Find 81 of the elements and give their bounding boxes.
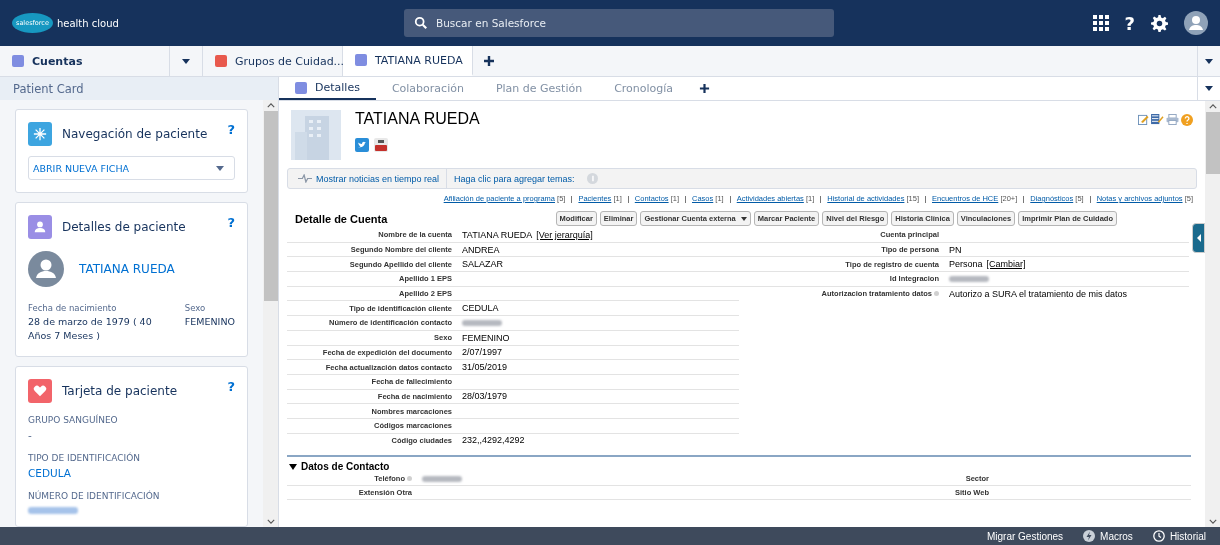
help-link[interactable]: ? (227, 122, 235, 137)
scroll-down-icon[interactable] (1208, 519, 1217, 524)
info-icon (586, 173, 598, 184)
field-value: 28 de marzo de 1979 ( 40 Años 7 Meses ) (28, 315, 153, 344)
caret-icon (740, 216, 747, 221)
workspace-tab[interactable]: Cuentas (0, 46, 170, 76)
help-link[interactable]: ? (227, 378, 235, 394)
navigation-icon (28, 122, 52, 146)
scrollbar-thumb[interactable] (263, 111, 278, 301)
caret-icon (216, 165, 224, 171)
card-title: Tarjeta de paciente (62, 383, 178, 398)
news-link[interactable]: Mostrar noticias en tiempo real (298, 173, 440, 184)
field-value: CEDULA (28, 466, 72, 479)
patient-name-link[interactable]: TATIANA RUEDA (79, 262, 175, 276)
scrollbar[interactable] (263, 100, 278, 527)
group-icon (215, 55, 227, 67)
field-value: Autorizo a SURA el tratamiento de mis datos (949, 288, 1128, 299)
search-icon (414, 16, 428, 30)
field-value: - (28, 428, 33, 441)
caret-icon (1205, 58, 1213, 64)
card-title: Navegación de paciente (62, 127, 209, 141)
caret-icon (1196, 234, 1201, 242)
field-value: SALAZAR (462, 259, 503, 270)
app-launcher-icon[interactable] (1092, 15, 1109, 31)
section-title: Detalle de Cuenta (295, 212, 389, 225)
bird-icon[interactable] (355, 138, 369, 152)
caret-icon (1205, 86, 1213, 91)
video-icon[interactable] (374, 138, 388, 152)
card-title: Detalles de paciente (62, 220, 187, 234)
search-field[interactable]: Buscar en Salesforce (404, 9, 834, 37)
field-value: 2/07/1997 (462, 347, 503, 358)
navigation-select[interactable]: ABRIR NUEVA FICHA (28, 156, 235, 180)
caret-icon (289, 463, 297, 470)
utility-item[interactable]: Migrar Gestiones (986, 530, 1064, 542)
field-label: Fecha de nacimiento (28, 303, 118, 313)
field-value: 28/03/1979 (462, 391, 508, 402)
field-link[interactable]: [Ver jerarquía] (536, 229, 593, 240)
settings-icon[interactable] (1151, 14, 1168, 32)
clock-icon (1152, 530, 1165, 542)
field-value: 31/05/2019 (462, 362, 508, 373)
field-value: CEDULA (462, 303, 499, 314)
scroll-down-icon[interactable] (266, 519, 275, 524)
field-value: Persona (949, 259, 983, 270)
workspace-tab[interactable]: TATIANA RUEDA (343, 46, 473, 76)
add-tab-icon[interactable] (483, 55, 495, 67)
field-value: TATIANA RUEDA (462, 229, 533, 240)
person-icon (28, 215, 52, 239)
help-link[interactable]: ? (227, 215, 235, 230)
building-icon (291, 110, 341, 160)
add-subtab-icon[interactable] (699, 83, 711, 94)
caret-icon (182, 58, 190, 64)
bolt-icon (1083, 530, 1096, 542)
sidebar-toggle-button[interactable] (1192, 223, 1205, 253)
panel-title: Patient Card (13, 81, 84, 96)
field-value: FEMENINO (184, 315, 235, 329)
field-label: TIPO DE IDENTIFICACIÓN (28, 452, 142, 463)
scroll-up-icon[interactable] (1208, 104, 1217, 109)
field-value: ANDREA (462, 244, 500, 255)
field-link[interactable]: [Cambiar] (986, 259, 1026, 270)
field-label: Sexo (184, 303, 207, 313)
field-value: 232,,4292,4292 (462, 435, 525, 446)
scroll-up-icon[interactable] (266, 103, 275, 108)
field-value: PN (949, 244, 962, 255)
record-title: TATIANA RUEDA (355, 110, 480, 128)
avatar-icon[interactable] (1184, 11, 1208, 35)
edit-icon[interactable] (1138, 114, 1149, 125)
pulse-icon (298, 174, 312, 183)
scrollbar-thumb[interactable] (1205, 112, 1220, 174)
scrollbar[interactable] (1205, 101, 1220, 527)
field-label: NÚMERO DE IDENTIFICACIÓN (28, 490, 161, 501)
app-name: health cloud (56, 17, 119, 29)
layout-icon[interactable] (1151, 114, 1164, 125)
field-value: FEMENINO (462, 332, 510, 343)
avatar-icon (28, 251, 64, 287)
field-label: GRUPO SANGUÍNEO (28, 414, 119, 425)
subtab[interactable]: Detalles (279, 77, 376, 100)
utility-item[interactable]: Historial (1152, 530, 1206, 542)
topics-link[interactable]: Haga clic para agregar temas: (454, 173, 575, 184)
utility-item[interactable]: Macros (1083, 530, 1133, 542)
help-button[interactable]: ? (1124, 12, 1135, 34)
section-header[interactable]: Datos de Contacto (287, 461, 1191, 473)
